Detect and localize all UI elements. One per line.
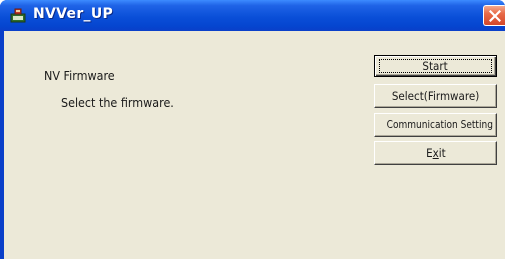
app-icon	[10, 8, 26, 23]
exit-button[interactable]: Exit	[374, 141, 497, 165]
exit-label-prefix: E	[425, 146, 433, 160]
communication-setting-button-label: Communication Setting	[386, 118, 493, 131]
window-title: NVVer_UP	[33, 6, 114, 22]
start-button[interactable]: Start	[374, 55, 497, 77]
exit-mnemonic-letter: x	[432, 146, 439, 160]
application-window: NVVer_UP NV Firmware Select the firmware…	[0, 0, 505, 259]
window-bottom-fade	[4, 242, 505, 259]
exit-label-suffix: it	[438, 146, 446, 160]
select-firmware-button[interactable]: Select(Firmware)	[374, 84, 497, 108]
close-button[interactable]	[483, 5, 505, 26]
title-bar[interactable]: NVVer_UP	[0, 0, 505, 31]
start-button-label: Start	[422, 59, 449, 73]
firmware-heading: NV Firmware	[44, 69, 115, 83]
close-icon	[489, 10, 501, 22]
select-firmware-button-label: Select(Firmware)	[391, 89, 480, 103]
status-message: Select the firmware.	[61, 96, 174, 110]
exit-button-label: Exit	[426, 142, 446, 164]
communication-setting-button[interactable]: Communication Setting	[374, 113, 497, 137]
